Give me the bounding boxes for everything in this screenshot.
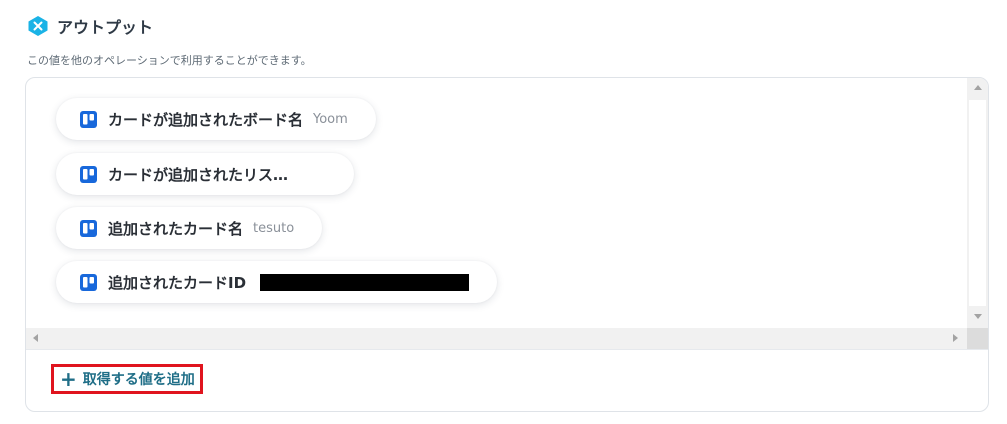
trello-icon [80, 110, 97, 128]
yoom-logo-icon [28, 16, 48, 36]
add-value-button[interactable]: + 取得する値を追加 [51, 364, 203, 394]
horizontal-scrollbar[interactable] [26, 328, 967, 349]
trello-icon [80, 165, 97, 183]
section-header: アウトプット [27, 14, 153, 38]
scroll-down-arrow-icon[interactable] [974, 314, 982, 319]
output-panel: カードが追加されたボード名 Yoom カードが追加されたリス… 追加されたカード… [25, 77, 989, 412]
scrollbar-corner [967, 328, 988, 349]
output-value: Yoom [313, 111, 348, 127]
output-chip-card-id[interactable]: 追加されたカードID [56, 261, 498, 303]
output-label: カードが追加されたボード名 [108, 110, 304, 129]
output-label: カードが追加されたリス… [108, 165, 289, 184]
vertical-scroll-thumb[interactable] [969, 100, 986, 306]
output-label: 追加されたカード名 [108, 219, 244, 238]
scroll-right-arrow-icon[interactable] [953, 334, 958, 342]
output-label: 追加されたカードID [108, 273, 247, 292]
trello-icon [80, 219, 97, 237]
output-list: カードが追加されたボード名 Yoom カードが追加されたリス… 追加されたカード… [26, 78, 967, 328]
scroll-up-arrow-icon[interactable] [974, 85, 982, 90]
section-title: アウトプット [57, 18, 154, 37]
divider [26, 349, 988, 350]
trello-icon [80, 273, 97, 291]
output-chip-board-name[interactable]: カードが追加されたボード名 Yoom [56, 98, 376, 140]
section-description: この値を他のオペレーションで利用することができます。 [27, 54, 312, 67]
output-chip-list-name[interactable]: カードが追加されたリス… [56, 153, 354, 195]
plus-icon: + [60, 367, 77, 391]
scroll-left-arrow-icon[interactable] [33, 334, 38, 342]
vertical-scrollbar[interactable] [967, 78, 988, 328]
redacted-value [260, 273, 470, 291]
add-value-label: 取得する値を追加 [82, 372, 195, 388]
output-value: tesuto [253, 220, 295, 236]
output-chip-card-name[interactable]: 追加されたカード名 tesuto [56, 207, 323, 249]
